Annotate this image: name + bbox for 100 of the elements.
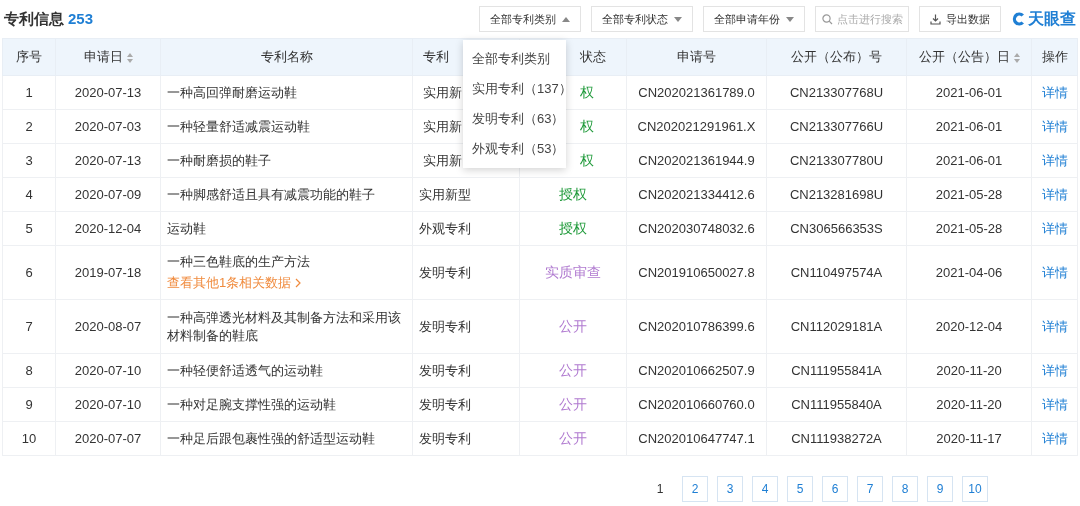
table-cell: CN202010662507.9	[638, 363, 755, 378]
filter-dropdown[interactable]: 全部申请年份	[703, 6, 805, 32]
status-text: 实质审查	[545, 263, 601, 280]
page-button[interactable]: 2	[682, 476, 708, 502]
table-cell: CN213307768U	[789, 85, 884, 100]
table-cell: 2019-07-18	[74, 265, 142, 280]
column-header: 操作	[1031, 38, 1078, 76]
page-button[interactable]: 6	[822, 476, 848, 502]
column-header: 公开（公布）号	[766, 38, 907, 76]
table-cell: 2021-05-28	[935, 221, 1003, 236]
status-text: 公开	[559, 317, 587, 334]
dropdown-option[interactable]: 实用专利（137）	[463, 74, 566, 104]
search-field[interactable]: 点击进行搜索	[815, 6, 909, 32]
table-cell: 9	[25, 397, 33, 412]
table-cell: CN111938272A	[791, 431, 882, 446]
search-icon	[822, 14, 833, 25]
details-link[interactable]: 详情	[1041, 318, 1068, 334]
table-cell: 2020-07-13	[74, 85, 142, 100]
table-cell: 2020-12-04	[935, 319, 1003, 334]
caret-up-icon	[562, 16, 570, 22]
table-cell: 2020-07-07	[74, 431, 142, 446]
table-cell: 5	[25, 221, 33, 236]
table-cell: 发明专利	[419, 430, 471, 446]
table-cell: CN112029181A	[790, 319, 883, 334]
table-cell: 发明专利	[419, 264, 471, 280]
table-cell: 2021-04-06	[935, 265, 1003, 280]
status-text: 公开	[559, 395, 587, 412]
table-cell: CN306566353S	[790, 221, 883, 236]
status-text: 授权	[559, 185, 587, 202]
table-cell: CN202030748032.6	[638, 221, 755, 236]
status-text: 公开	[559, 429, 587, 446]
column-header: 申请号	[626, 38, 767, 76]
status-text: 权	[580, 83, 594, 100]
table-cell: 2020-07-10	[74, 363, 142, 378]
table-cell: 一种轻量舒适减震运动鞋	[167, 118, 310, 134]
status-text: 授权	[559, 219, 587, 236]
caret-down-icon	[674, 16, 682, 22]
table-cell: 实用新	[423, 118, 462, 134]
details-link[interactable]: 详情	[1041, 264, 1068, 280]
table-cell: 10	[21, 431, 37, 446]
table-cell: 实用新	[423, 84, 462, 100]
table-cell: CN111955841A	[791, 363, 882, 378]
column-header[interactable]: 申请日	[55, 38, 161, 76]
column-header[interactable]: 公开（公告）日	[906, 38, 1032, 76]
table-cell: 一种高回弹耐磨运动鞋	[167, 84, 297, 100]
filter-dropdown[interactable]: 全部专利状态	[591, 6, 693, 32]
table-cell: CN202021334412.6	[638, 187, 755, 202]
table-cell: CN202021361789.0	[638, 85, 755, 100]
table-cell: 一种足后跟包裹性强的舒适型运动鞋	[167, 430, 375, 446]
table-cell: 发明专利	[419, 362, 471, 378]
table-cell: 2020-07-09	[74, 187, 142, 202]
table-cell: 外观专利	[419, 220, 471, 236]
page-button[interactable]: 5	[787, 476, 813, 502]
table-cell: CN201910650027.8	[638, 265, 755, 280]
caret-down-icon	[786, 16, 794, 22]
table-cell: 一种三色鞋底的生产方法	[167, 253, 310, 271]
page-button[interactable]: 8	[892, 476, 918, 502]
table-cell: CN202010647747.1	[638, 431, 755, 446]
table-cell: CN202021361944.9	[638, 153, 755, 168]
table-cell: 8	[25, 363, 33, 378]
logo-text: 天眼查	[1028, 8, 1076, 29]
section-title: 专利信息	[4, 9, 64, 27]
table-cell: 6	[25, 265, 33, 280]
table-cell: CN110497574A	[790, 265, 883, 280]
status-text: 权	[580, 117, 594, 134]
table-cell: 2020-07-13	[74, 153, 142, 168]
table-cell: 7	[25, 319, 33, 334]
dropdown-option[interactable]: 发明专利（63）	[463, 104, 566, 134]
status-text: 权	[580, 151, 594, 168]
logo-icon	[1011, 11, 1027, 27]
table-cell: 2021-05-28	[935, 187, 1003, 202]
table-cell: 1	[25, 85, 33, 100]
table-cell: 发明专利	[419, 396, 471, 412]
table-cell: 运动鞋	[167, 220, 206, 236]
table-cell: 实用新	[423, 152, 462, 168]
chevron-right-icon	[295, 278, 302, 288]
page-button[interactable]: 7	[857, 476, 883, 502]
table-cell: 2020-11-20	[936, 363, 1002, 378]
filter-dropdown[interactable]: 全部专利类别	[479, 6, 581, 32]
table-cell: 2	[25, 119, 33, 134]
table-cell: 发明专利	[419, 318, 471, 334]
table-cell: 2021-06-01	[935, 119, 1003, 134]
table-cell: 2020-07-03	[74, 119, 142, 134]
table-cell: 一种对足腕支撑性强的运动鞋	[167, 396, 336, 412]
export-button[interactable]: 导出数据	[919, 6, 1001, 32]
related-data-link[interactable]: 查看其他1条相关数据	[167, 274, 302, 292]
page-button[interactable]: 9	[927, 476, 953, 502]
table-cell: 2020-08-07	[74, 319, 142, 334]
table-cell: 一种高弹透光材料及其制备方法和采用该材料制备的鞋底	[167, 309, 401, 343]
status-text: 公开	[559, 361, 587, 378]
table-cell: CN213307766U	[789, 119, 884, 134]
sort-icon	[1013, 52, 1020, 63]
table-cell: 2021-06-01	[935, 153, 1003, 168]
table-cell: 2020-11-17	[936, 431, 1002, 446]
page-button[interactable]: 4	[752, 476, 778, 502]
page-button[interactable]: 10	[962, 476, 988, 502]
page-button[interactable]: 3	[717, 476, 743, 502]
table-cell: 一种脚感舒适且具有减震功能的鞋子	[167, 186, 375, 202]
table-cell: CN202021291961.X	[637, 119, 756, 134]
dropdown-option[interactable]: 外观专利（53）	[463, 134, 566, 164]
